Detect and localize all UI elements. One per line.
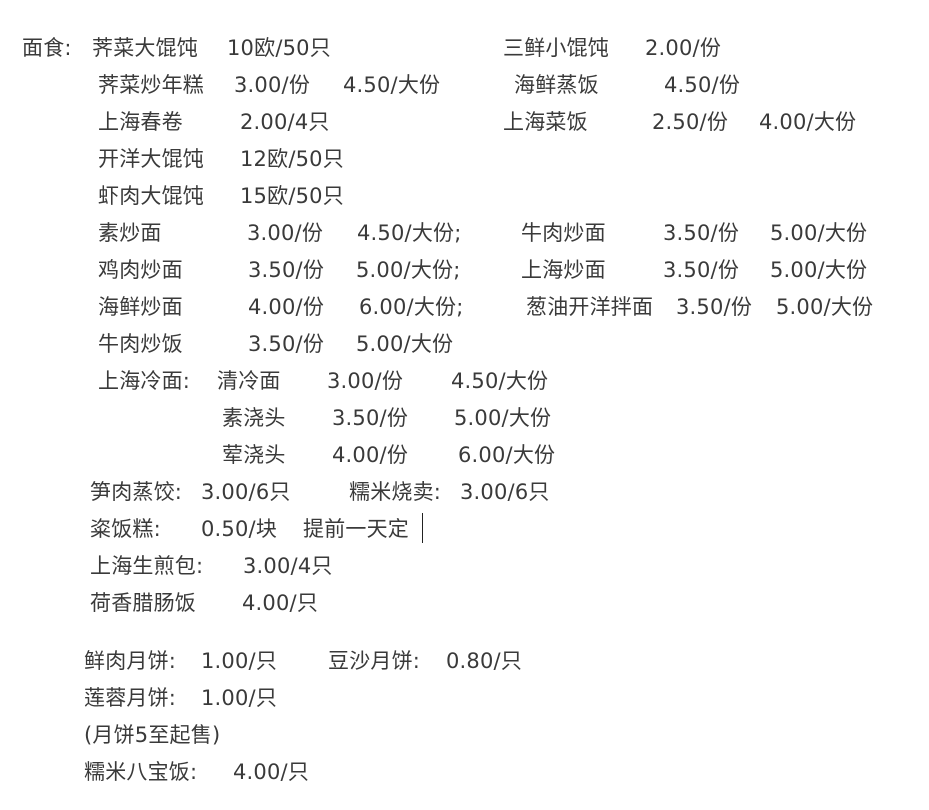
menu-item-price-large: 6.00/大份; (359, 295, 464, 319)
menu-item-price: 3.00/份 (327, 369, 404, 393)
menu-item-price: 3.50/份 (676, 295, 753, 319)
menu-item-price-large: 5.00/大份 (454, 406, 552, 430)
menu-item-price-large: 5.00/大份 (356, 332, 454, 356)
menu-item-price: 3.50/份 (332, 406, 409, 430)
menu-item-name: 海鲜蒸饭 (514, 73, 599, 97)
menu-item-price: 2.50/份 (652, 110, 729, 134)
menu-item-name: 荤浇头 (222, 443, 286, 467)
menu-item-price: 4.50/份 (664, 73, 741, 97)
menu-item-price: 2.00/份 (645, 36, 722, 60)
menu-item-price: 4.00/只 (242, 591, 319, 615)
menu-item-name: 莲蓉月饼: (84, 686, 177, 710)
menu-item-price-large: 5.00/大份 (776, 295, 874, 319)
menu-item-price-large: 5.00/大份 (770, 221, 868, 245)
menu-item-name: 上海春卷 (98, 110, 183, 134)
menu-item-name: 荠菜大馄饨 (92, 36, 198, 60)
menu-item-name: 豆沙月饼: (328, 649, 421, 673)
text-cursor (422, 513, 423, 543)
menu-item-price: 4.00/只 (233, 760, 310, 784)
menu-item-name: 上海生煎包: (90, 554, 204, 578)
section-label-cold-noodles: 上海冷面: (98, 369, 191, 393)
menu-item-price-large: 5.00/大份; (356, 258, 461, 282)
menu-item-price-large: 4.50/大份 (451, 369, 549, 393)
document-page[interactable]: 面食: 荠菜大馄饨 10欧/50只 三鲜小馄饨 2.00/份 荠菜炒年糕 3.0… (0, 0, 929, 810)
menu-item-price: 3.00/份 (247, 221, 324, 245)
order-note: 提前一天定 (303, 517, 409, 541)
menu-item-price: 3.00/份 (234, 73, 311, 97)
menu-item-name: 鲜肉月饼: (84, 649, 177, 673)
menu-item-price: 3.00/6只 (201, 480, 291, 504)
menu-item-price: 1.00/只 (201, 686, 278, 710)
menu-item-name: 上海菜饭 (503, 110, 588, 134)
menu-item-name: 笋肉蒸饺: (90, 480, 183, 504)
menu-item-name: 葱油开洋拌面 (526, 295, 654, 319)
menu-item-name: 海鲜炒面 (98, 295, 183, 319)
menu-item-name: 糯米八宝饭: (84, 760, 198, 784)
menu-item-price-large: 4.50/大份 (343, 73, 441, 97)
menu-item-name: 牛肉炒饭 (98, 332, 183, 356)
menu-item-name: 三鲜小馄饨 (503, 36, 609, 60)
menu-item-name: 鸡肉炒面 (98, 258, 183, 282)
section-label-noodles: 面食: (22, 36, 72, 60)
menu-item-name: 开洋大馄饨 (98, 147, 204, 171)
menu-item-price: 4.00/份 (248, 295, 325, 319)
menu-item-name: 糯米烧卖: (349, 480, 442, 504)
menu-item-price: 2.00/4只 (240, 110, 330, 134)
menu-item-price-large: 4.50/大份; (357, 221, 462, 245)
menu-item-price: 3.00/4只 (243, 554, 333, 578)
menu-item-name: 荷香腊肠饭 (90, 591, 196, 615)
menu-item-price: 3.50/份 (248, 332, 325, 356)
menu-item-price-large: 6.00/大份 (458, 443, 556, 467)
menu-item-price: 3.50/份 (663, 258, 740, 282)
menu-item-price: 3.00/6只 (460, 480, 550, 504)
menu-item-price: 10欧/50只 (227, 36, 331, 60)
mooncake-note: (月饼5至起售) (84, 723, 221, 747)
menu-item-price: 1.00/只 (201, 649, 278, 673)
menu-item-name: 素浇头 (222, 406, 286, 430)
menu-item-price: 0.50/块 (201, 517, 278, 541)
menu-item-name: 荠菜炒年糕 (98, 73, 204, 97)
menu-item-name: 粢饭糕: (90, 517, 161, 541)
menu-item-price: 3.50/份 (663, 221, 740, 245)
menu-item-name: 上海炒面 (521, 258, 606, 282)
menu-item-price: 4.00/份 (332, 443, 409, 467)
menu-item-name: 虾肉大馄饨 (98, 184, 204, 208)
menu-item-price: 3.50/份 (248, 258, 325, 282)
menu-item-price: 15欧/50只 (240, 184, 344, 208)
menu-item-name: 素炒面 (98, 221, 162, 245)
menu-item-price: 12欧/50只 (240, 147, 344, 171)
menu-item-price: 0.80/只 (446, 649, 523, 673)
menu-item-price-large: 5.00/大份 (770, 258, 868, 282)
menu-item-name: 牛肉炒面 (521, 221, 606, 245)
menu-item-price-large: 4.00/大份 (759, 110, 857, 134)
menu-item-name: 清冷面 (217, 369, 281, 393)
